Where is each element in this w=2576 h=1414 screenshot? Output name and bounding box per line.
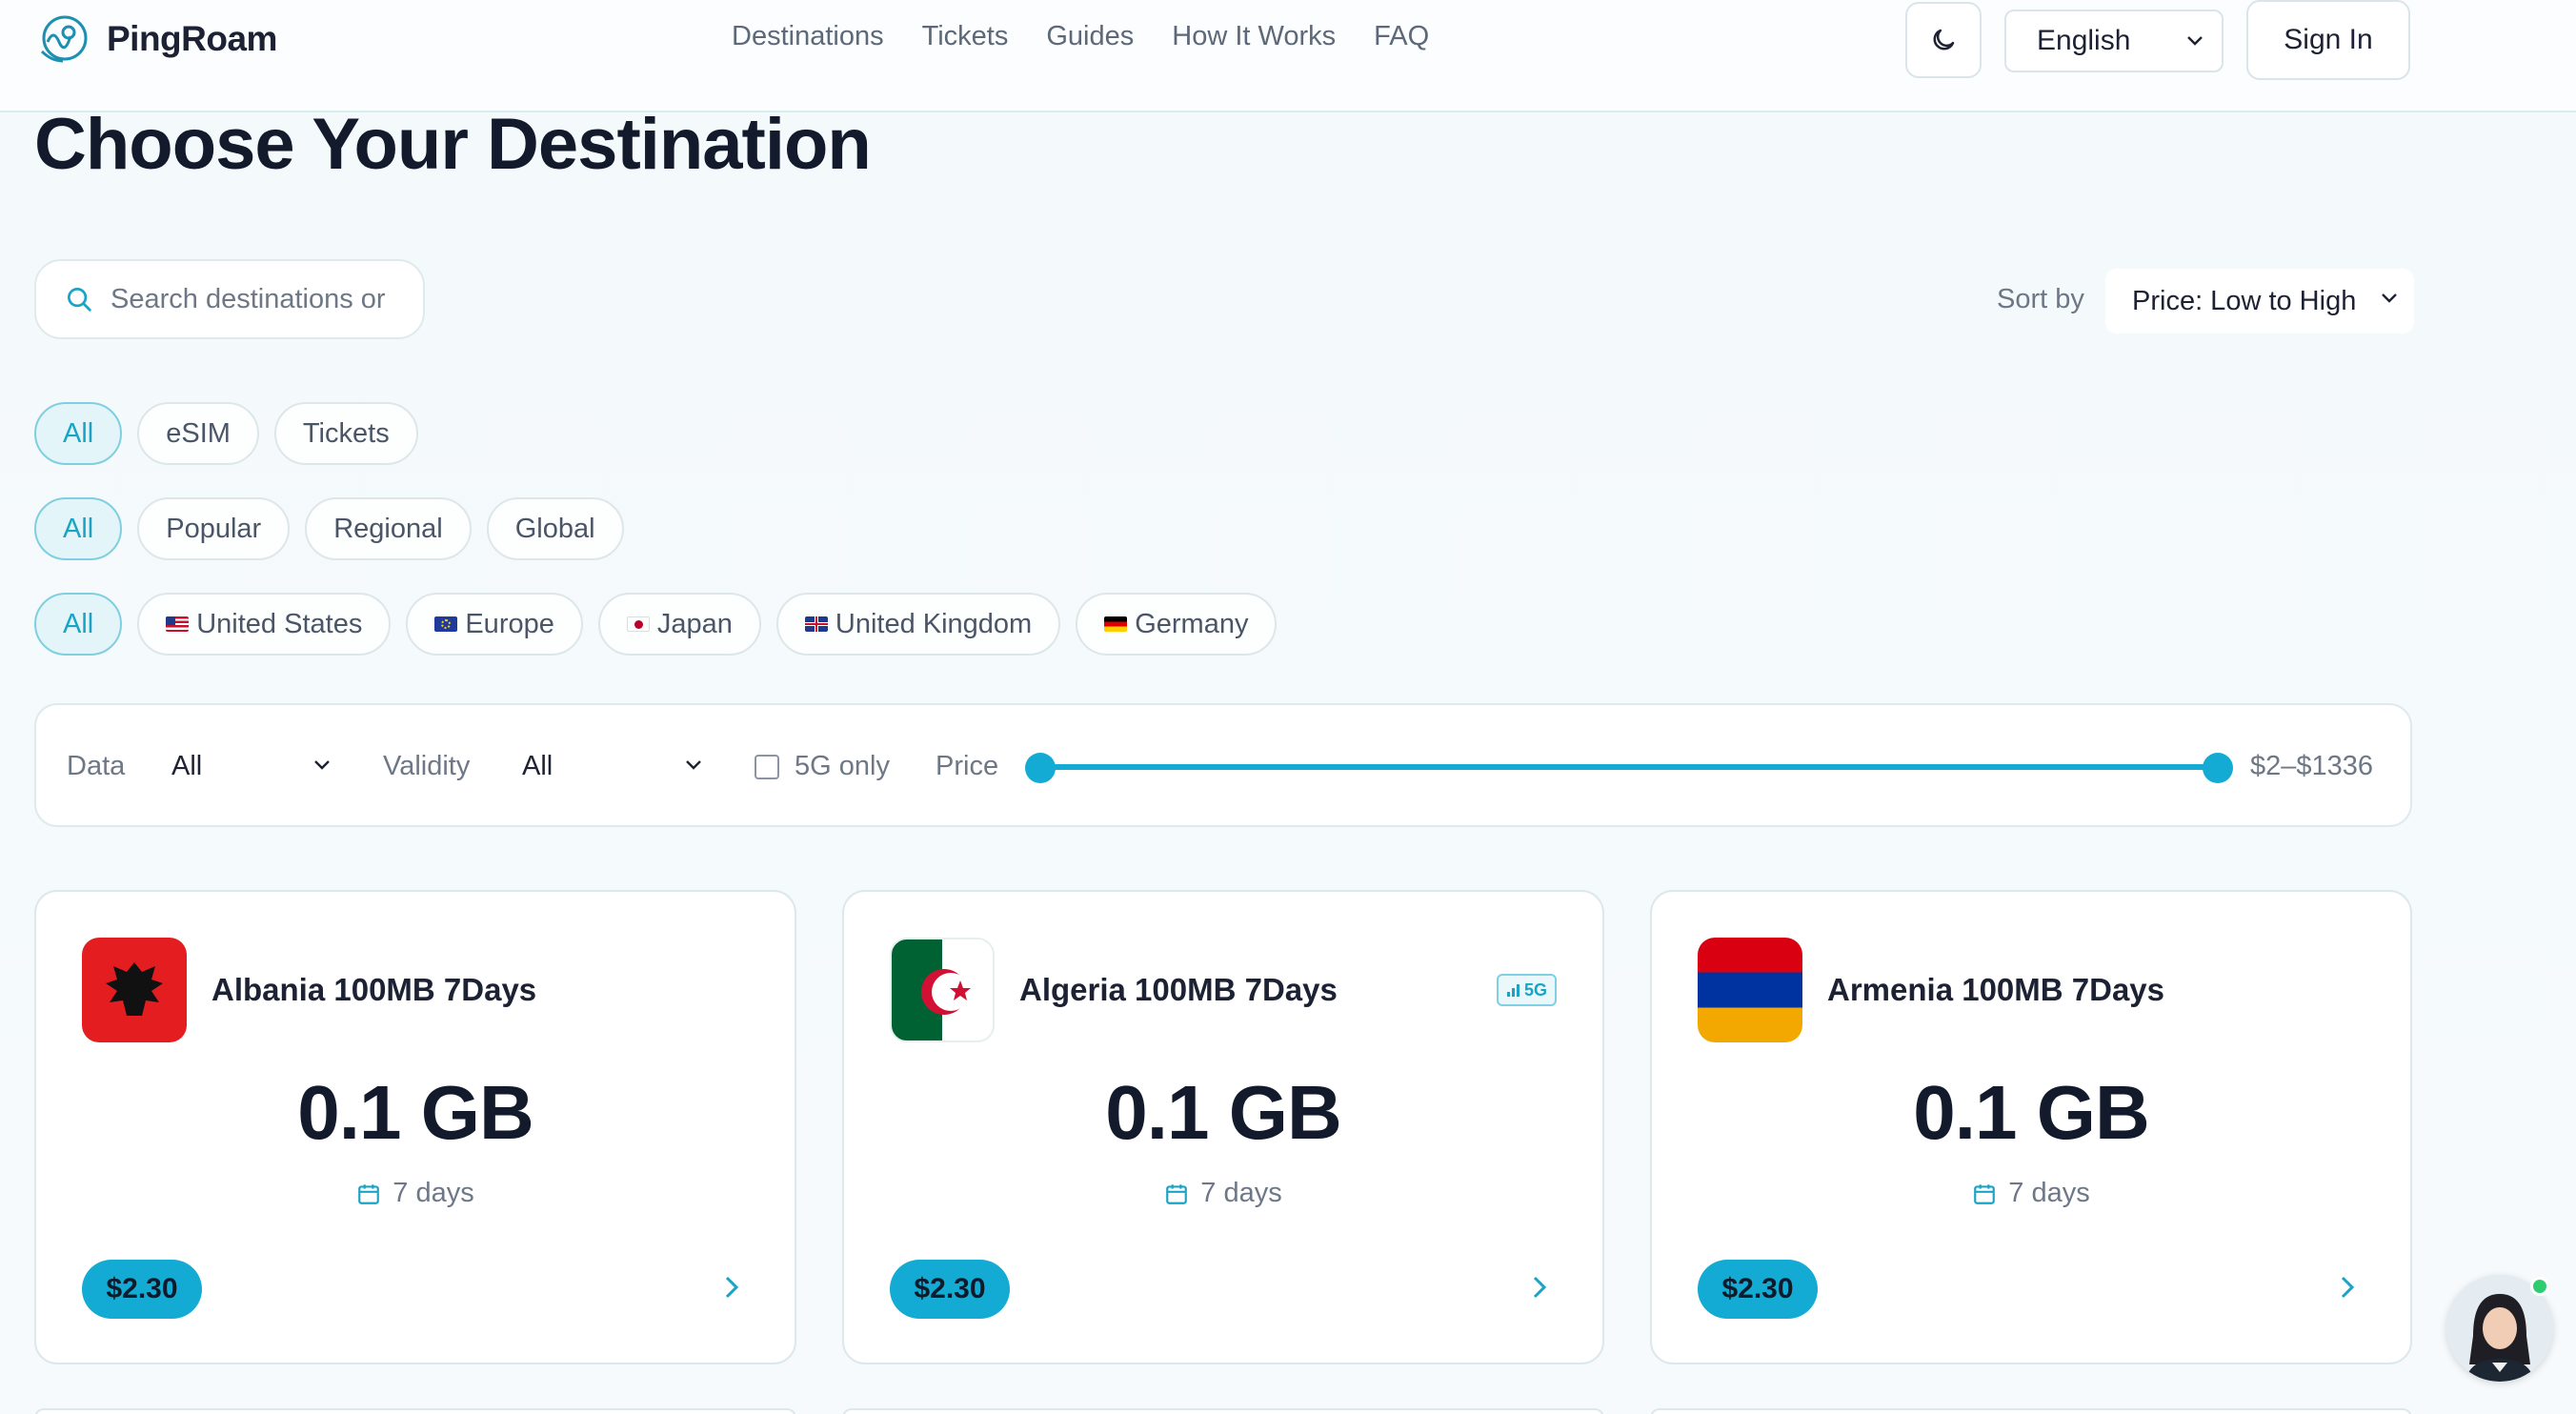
price-slider-max-handle[interactable] <box>2203 753 2233 783</box>
plan-card-next-row <box>1650 1408 2412 1414</box>
chip-type-all[interactable]: All <box>34 402 123 465</box>
chip-scope-global[interactable]: Global <box>486 497 624 560</box>
plan-data-amount: 0.1 GB <box>1105 1070 1341 1155</box>
brand-name: PingRoam <box>107 19 277 58</box>
five-g-badge: 5G <box>1496 974 1557 1006</box>
chevron-right-icon[interactable] <box>2338 1273 2357 1302</box>
validity-filter-select[interactable]: All <box>522 751 553 782</box>
sort-label: Sort by <box>1997 284 2084 314</box>
sort-select[interactable]: Price: Low to High <box>2105 269 2414 333</box>
search-input[interactable] <box>111 283 406 315</box>
search-icon <box>68 288 91 312</box>
uk-flag-icon <box>804 616 828 632</box>
chip-label: Japan <box>656 608 733 639</box>
albania-flag-icon <box>82 938 187 1042</box>
nav-tickets[interactable]: Tickets <box>922 21 1009 52</box>
plan-validity-text: 7 days <box>2008 1178 2090 1208</box>
japan-flag-icon <box>626 616 650 632</box>
germany-flag-icon <box>1104 616 1128 632</box>
chip-label: Germany <box>1135 608 1249 639</box>
nav-destinations[interactable]: Destinations <box>732 21 884 52</box>
calendar-icon <box>1166 1183 1188 1204</box>
chip-region-united-states[interactable]: United States <box>137 593 392 656</box>
plan-validity: 7 days <box>36 1178 795 1209</box>
plan-data-amount: 0.1 GB <box>297 1070 533 1155</box>
main-nav: Destinations Tickets Guides How It Works… <box>732 21 1467 52</box>
plan-title: Algeria 100MB 7Days <box>1019 972 1338 1007</box>
chip-label: United States <box>196 608 363 639</box>
chip-scope-all[interactable]: All <box>34 497 123 560</box>
chip-label: United Kingdom <box>835 608 1033 639</box>
brand[interactable]: PingRoam <box>34 10 277 69</box>
nav-faq[interactable]: FAQ <box>1374 21 1429 52</box>
plan-card[interactable]: Albania 100MB 7Days 0.1 GB 7 days $2.30 <box>34 890 796 1364</box>
search-box[interactable] <box>34 259 425 339</box>
chip-region-germany[interactable]: Germany <box>1076 593 1278 656</box>
armenia-flag-icon <box>1698 938 1802 1042</box>
chip-region-all[interactable]: All <box>34 593 123 656</box>
moon-icon <box>1933 29 1955 50</box>
data-filter-select[interactable]: All <box>171 751 202 782</box>
plan-card[interactable]: Algeria 100MB 7Days 5G 0.1 GB 7 days $2.… <box>842 890 1604 1364</box>
plan-validity-text: 7 days <box>392 1178 474 1208</box>
nav-guides[interactable]: Guides <box>1046 21 1134 52</box>
five-g-only-label: 5G only <box>795 751 890 781</box>
chevron-right-icon[interactable] <box>1530 1273 1549 1302</box>
signal-bars-icon <box>1506 984 1519 997</box>
nav-how-it-works[interactable]: How It Works <box>1172 21 1336 52</box>
price-filter-label: Price <box>936 751 999 781</box>
pingroam-logo-icon <box>40 15 88 63</box>
chip-region-united-kingdom[interactable]: United Kingdom <box>775 593 1061 656</box>
plan-title: Armenia 100MB 7Days <box>1827 972 2165 1007</box>
top-navigation-bar: PingRoam Destinations Tickets Guides How… <box>0 0 2576 112</box>
eu-flag-icon <box>434 616 458 632</box>
chip-type-esim[interactable]: eSIM <box>137 402 259 465</box>
five-g-badge-label: 5G <box>1523 980 1547 1000</box>
calendar-icon <box>358 1183 380 1204</box>
chip-scope-regional[interactable]: Regional <box>305 497 472 560</box>
type-filter-chips: All eSIM Tickets <box>34 402 433 465</box>
chip-scope-popular[interactable]: Popular <box>137 497 291 560</box>
chevron-down-icon <box>2382 293 2397 303</box>
language-value: English <box>2037 25 2131 56</box>
algeria-flag-icon <box>890 938 995 1042</box>
sort-value: Price: Low to High <box>2132 285 2357 316</box>
sign-in-button[interactable]: Sign In <box>2246 0 2410 80</box>
region-filter-chips: All United States Europe Japan United Ki… <box>34 593 1292 656</box>
chip-region-europe[interactable]: Europe <box>406 593 583 656</box>
chevron-down-icon[interactable] <box>684 758 703 772</box>
price-slider-track[interactable] <box>1040 764 2218 770</box>
plan-card[interactable]: Armenia 100MB 7Days 0.1 GB 7 days $2.30 <box>1650 890 2412 1364</box>
chip-label: Europe <box>465 608 554 639</box>
theme-toggle-button[interactable] <box>1905 2 1982 78</box>
chip-region-japan[interactable]: Japan <box>597 593 761 656</box>
price-slider-min-handle[interactable] <box>1025 753 1056 783</box>
plan-price-badge: $2.30 <box>1698 1260 1818 1319</box>
chevron-down-icon <box>2187 36 2203 46</box>
chip-type-tickets[interactable]: Tickets <box>273 402 418 465</box>
plan-title: Albania 100MB 7Days <box>211 972 537 1007</box>
scope-filter-chips: All Popular Regional Global <box>34 497 639 560</box>
plan-price-badge: $2.30 <box>890 1260 1010 1319</box>
plan-data-amount: 0.1 GB <box>1913 1070 2149 1155</box>
plan-price-badge: $2.30 <box>82 1260 202 1319</box>
price-range-value: $2–$1336 <box>2250 751 2374 781</box>
five-g-only-checkbox[interactable] <box>755 755 779 779</box>
plan-card-next-row <box>34 1408 796 1414</box>
plan-validity: 7 days <box>1652 1178 2410 1209</box>
data-filter-label: Data <box>67 751 126 781</box>
filter-bar: Data All Validity All 5G only Price $2–$… <box>34 703 2412 827</box>
us-flag-icon <box>166 616 190 632</box>
validity-filter-label: Validity <box>383 751 471 781</box>
online-status-dot <box>2530 1277 2549 1296</box>
plan-validity: 7 days <box>844 1178 1602 1209</box>
language-select[interactable]: English <box>2004 10 2224 72</box>
calendar-icon <box>1974 1183 1996 1204</box>
page: PingRoam Destinations Tickets Guides How… <box>0 0 2576 1414</box>
page-title: Choose Your Destination <box>34 104 872 185</box>
plan-validity-text: 7 days <box>1200 1178 1282 1208</box>
plan-card-next-row <box>842 1408 1604 1414</box>
chevron-right-icon[interactable] <box>722 1273 741 1302</box>
chevron-down-icon[interactable] <box>312 758 332 772</box>
